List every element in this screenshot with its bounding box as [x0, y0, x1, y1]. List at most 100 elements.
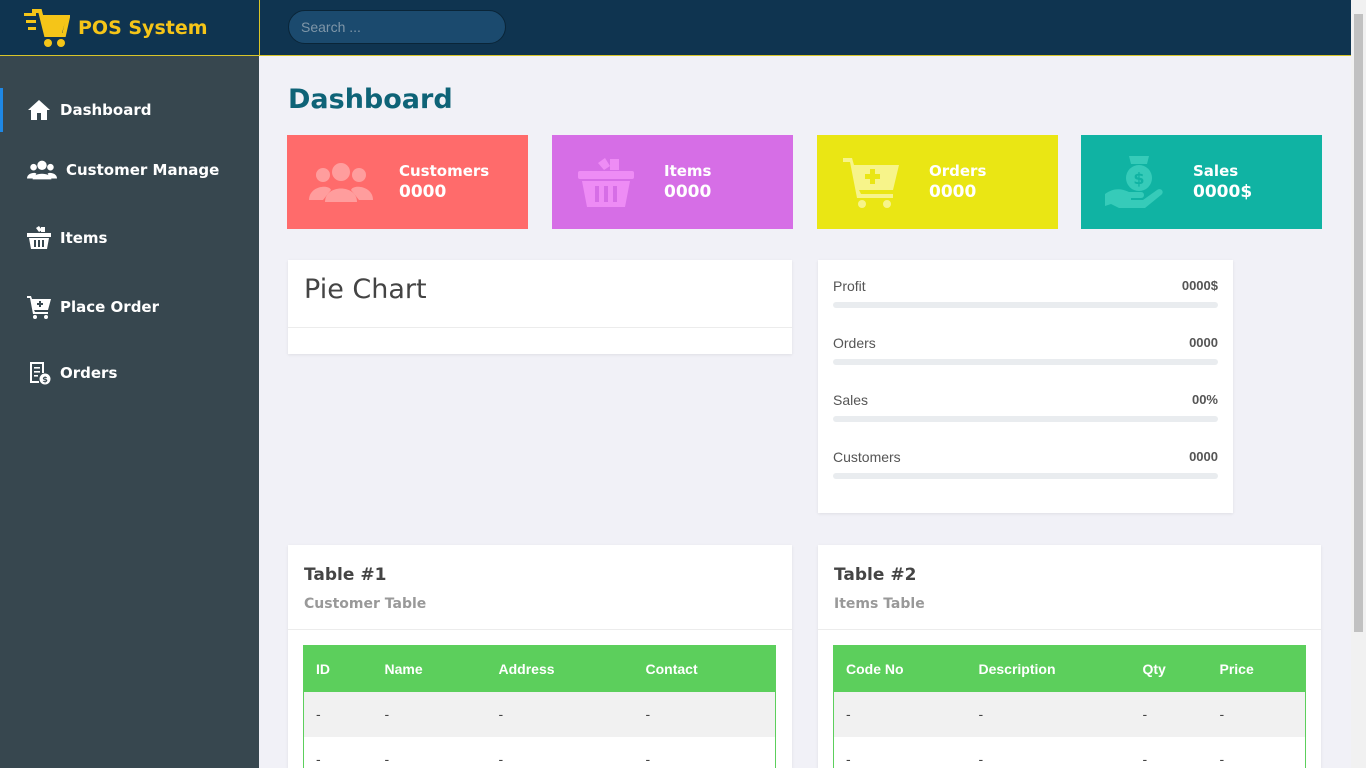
column-header[interactable]: Qty [1130, 645, 1208, 692]
search-input[interactable] [288, 10, 506, 44]
items-table-panel: Table #2 Items Table Code No Description… [818, 545, 1321, 768]
customer-table: ID Name Address Contact - - - - - - - - [303, 645, 776, 768]
table-cell: - [1207, 736, 1306, 768]
table-cell: - [372, 691, 487, 737]
page-title: Dashboard [288, 84, 453, 115]
metric-profit: Profit 0000$ [833, 278, 1218, 308]
metric-label: Sales [833, 392, 869, 408]
home-icon [26, 97, 52, 123]
receipt-icon: $ [26, 360, 52, 386]
scrollbar-thumb[interactable] [1354, 14, 1363, 632]
stat-value: 0000$ [1193, 182, 1253, 202]
stat-value: 0000 [664, 182, 712, 202]
stat-card-sales[interactable]: $ Sales 0000$ [1081, 135, 1322, 229]
table-cell: - [303, 691, 373, 737]
sidebar-item-label: Dashboard [60, 101, 152, 119]
metric-value: 00% [1191, 392, 1218, 407]
table-cell: - [633, 691, 776, 737]
table-title: Table #2 [834, 565, 917, 585]
table-cell: - [303, 736, 373, 768]
table-row[interactable]: - - - - [833, 691, 1306, 737]
table-cell: - [486, 691, 634, 737]
sidebar: POS System Dashboard Customer Manage Ite… [0, 0, 259, 768]
column-header[interactable]: Code No [833, 645, 967, 692]
table-row[interactable]: - - - - [833, 736, 1306, 768]
stat-card-customers[interactable]: Customers 0000 [287, 135, 528, 229]
metric-value: 0000 [1189, 335, 1218, 350]
metric-sales: Sales 00% [833, 392, 1218, 422]
cart-plus-icon [26, 294, 52, 320]
cart-plus-icon [831, 152, 911, 212]
sidebar-item-orders[interactable]: $ Orders [0, 355, 259, 391]
table-row[interactable]: - - - - [303, 691, 776, 737]
divider [818, 629, 1321, 630]
stat-label: Orders [929, 162, 987, 180]
column-header[interactable]: Address [486, 645, 634, 692]
table-cell: - [1130, 691, 1208, 737]
table-subtitle: Customer Table [304, 596, 427, 612]
users-icon [26, 157, 58, 183]
money-hand-icon: $ [1095, 152, 1175, 212]
stat-text: Items 0000 [664, 162, 711, 202]
stat-label: Sales [1193, 162, 1239, 180]
stat-card-items[interactable]: Items 0000 [552, 135, 793, 229]
progress-bar [833, 359, 1218, 365]
table-title: Table #1 [304, 565, 387, 585]
table-cell: - [1207, 691, 1306, 737]
column-header[interactable]: ID [303, 645, 373, 692]
stat-value: 0000 [929, 182, 977, 202]
sidebar-item-label: Items [60, 229, 108, 247]
pie-chart-title: Pie Chart [304, 274, 427, 305]
basket-icon [566, 152, 646, 212]
progress-bar [833, 473, 1218, 479]
metrics-panel: Profit 0000$ Orders 0000 Sales 00% Custo… [818, 260, 1233, 513]
sidebar-item-customer-manage[interactable]: Customer Manage [0, 152, 259, 188]
cart-logo-icon [24, 7, 71, 49]
column-header[interactable]: Name [372, 645, 487, 692]
customer-table-panel: Table #1 Customer Table ID Name Address … [288, 545, 792, 768]
column-header[interactable]: Description [966, 645, 1131, 692]
sidebar-item-items[interactable]: Items [0, 220, 259, 256]
table-cell: - [833, 691, 967, 737]
metric-customers: Customers 0000 [833, 449, 1218, 479]
column-header[interactable]: Contact [633, 645, 776, 692]
top-header [259, 0, 1351, 56]
divider [288, 629, 792, 630]
sidebar-item-label: Place Order [60, 298, 160, 316]
sidebar-item-dashboard[interactable]: Dashboard [0, 88, 259, 132]
table-cell: - [372, 736, 487, 768]
table-cell: - [966, 736, 1131, 768]
metric-value: 0000 [1189, 449, 1218, 464]
column-header[interactable]: Price [1207, 645, 1306, 692]
brand-title: POS System [78, 16, 208, 39]
table-row[interactable]: - - - - [303, 736, 776, 768]
table-subtitle: Items Table [834, 596, 925, 612]
metric-orders: Orders 0000 [833, 335, 1218, 365]
svg-text:$: $ [1133, 169, 1144, 188]
table-cell: - [486, 736, 634, 768]
metric-value: 0000$ [1181, 278, 1218, 293]
metric-label: Orders [833, 335, 876, 351]
stat-card-orders[interactable]: Orders 0000 [817, 135, 1058, 229]
metric-label: Profit [833, 278, 866, 294]
brand[interactable]: POS System [0, 0, 259, 56]
metric-label: Customers [833, 449, 901, 465]
table-cell: - [833, 736, 967, 768]
table-cell: - [633, 736, 776, 768]
stat-text: Orders 0000 [929, 162, 986, 202]
sidebar-item-label: Customer Manage [66, 161, 220, 179]
stat-text: Sales 0000$ [1193, 162, 1252, 202]
sidebar-item-place-order[interactable]: Place Order [0, 289, 259, 325]
stat-label: Items [664, 162, 712, 180]
progress-bar [833, 302, 1218, 308]
stat-label: Customers [399, 162, 490, 180]
users-icon [301, 152, 381, 212]
sidebar-item-label: Orders [60, 364, 118, 382]
stat-value: 0000 [399, 182, 447, 202]
divider [288, 327, 792, 328]
table-header-row: Code No Description Qty Price [833, 645, 1306, 692]
basket-icon [26, 225, 52, 251]
pie-chart-panel: Pie Chart [288, 260, 792, 354]
page-scrollbar[interactable] [1351, 0, 1366, 768]
table-header-row: ID Name Address Contact [303, 645, 776, 692]
